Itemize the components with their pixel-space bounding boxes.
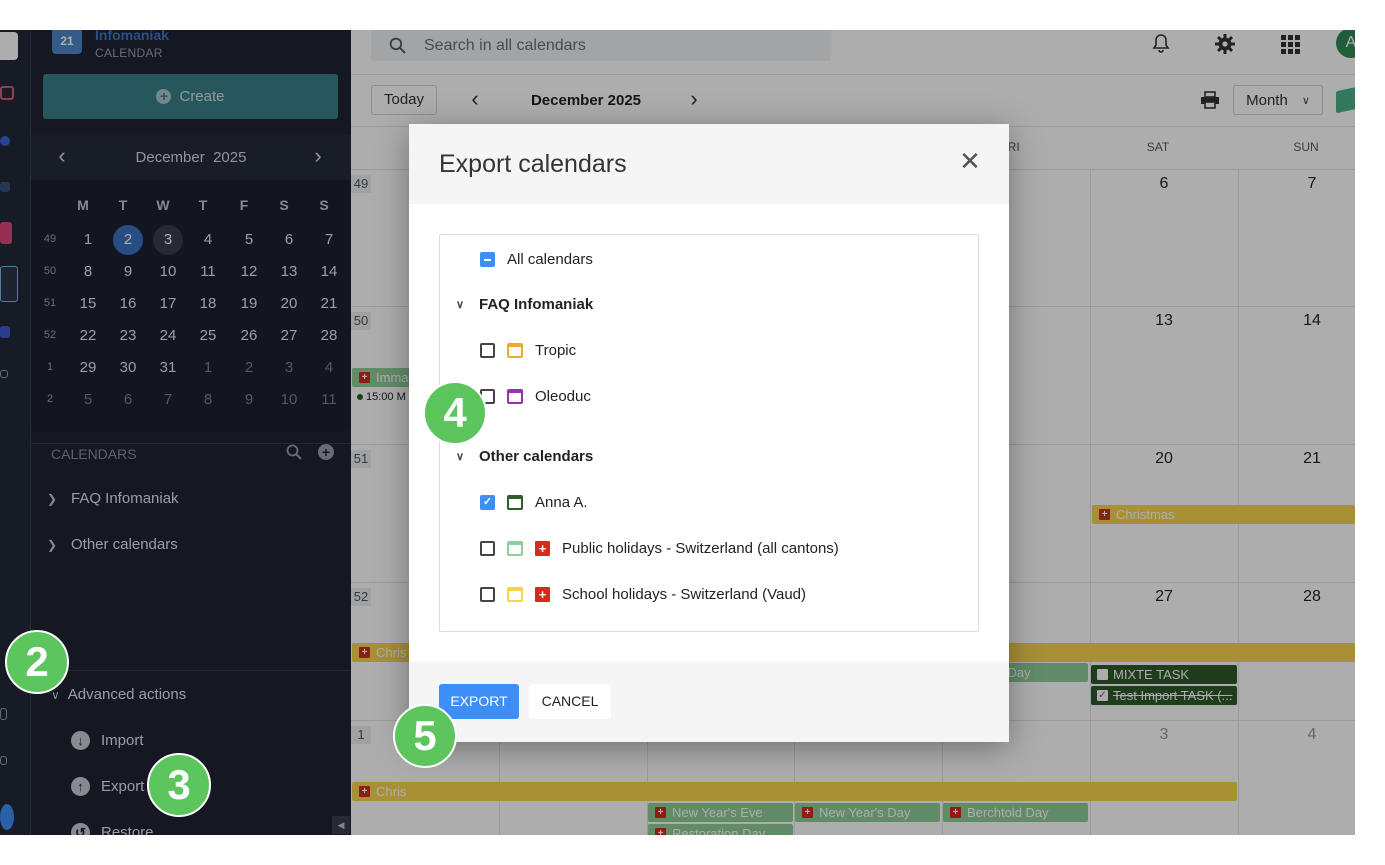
chevron-down-icon: ∨ (455, 451, 465, 463)
all-calendars-checkbox[interactable] (480, 252, 495, 267)
calendar-label: School holidays - Switzerland (Vaud) (562, 586, 807, 603)
export-calendars-dialog: Export calendars ✕ All calendars ∨ FAQ I… (409, 124, 1009, 742)
swiss-flag-icon: + (535, 541, 550, 556)
calendar-tree: All calendars ∨ FAQ Infomaniak Tropic Ol… (439, 234, 979, 632)
calendar-row-anna[interactable]: ✓ Anna A. (480, 494, 588, 511)
app-window: 21 Infomaniak CALENDAR + Create ‹ Decemb… (0, 30, 1355, 835)
calendar-row-tropic[interactable]: Tropic (480, 342, 576, 359)
calendar-label: Oleoduc (535, 388, 591, 405)
swiss-flag-icon: + (535, 587, 550, 602)
tree-group-faq[interactable]: ∨ FAQ Infomaniak (453, 296, 593, 313)
step-badge-4: 4 (423, 381, 487, 445)
calendar-icon (507, 389, 523, 404)
dialog-title: Export calendars (439, 150, 627, 178)
tree-group-other[interactable]: ∨ Other calendars (453, 448, 593, 465)
step-badge-3: 3 (147, 753, 211, 817)
dialog-footer: EXPORT CANCEL (409, 662, 1009, 742)
chevron-down-icon: ∨ (455, 299, 465, 311)
calendar-label: Tropic (535, 342, 577, 359)
dialog-header: Export calendars ✕ (409, 124, 1009, 204)
calendar-icon (507, 495, 523, 510)
calendar-checkbox-checked[interactable]: ✓ (480, 495, 495, 510)
calendar-row-oleoduc[interactable]: Oleoduc (480, 388, 591, 405)
tree-group-label: FAQ Infomaniak (479, 296, 594, 313)
calendar-checkbox[interactable] (480, 343, 495, 358)
calendar-row-public-holidays[interactable]: + Public holidays - Switzerland (all can… (480, 540, 839, 557)
tree-group-label: Other calendars (479, 448, 594, 465)
all-calendars-row[interactable]: All calendars (480, 251, 593, 268)
calendar-checkbox[interactable] (480, 587, 495, 602)
step-badge-2: 2 (5, 630, 69, 694)
calendar-icon (507, 541, 523, 556)
calendar-label: Anna A. (535, 494, 588, 511)
shared-calendar-icon (507, 343, 523, 358)
step-badge-5: 5 (393, 704, 457, 768)
cancel-button[interactable]: CANCEL (529, 684, 611, 719)
export-button[interactable]: EXPORT (439, 684, 519, 719)
calendar-checkbox[interactable] (480, 541, 495, 556)
calendar-label: Public holidays - Switzerland (all canto… (562, 540, 839, 557)
dialog-body: All calendars ∨ FAQ Infomaniak Tropic Ol… (409, 204, 1009, 662)
close-icon[interactable]: ✕ (957, 148, 983, 174)
all-calendars-label: All calendars (507, 251, 593, 268)
calendar-icon (507, 587, 523, 602)
calendar-row-school-holidays[interactable]: + School holidays - Switzerland (Vaud) (480, 586, 806, 603)
